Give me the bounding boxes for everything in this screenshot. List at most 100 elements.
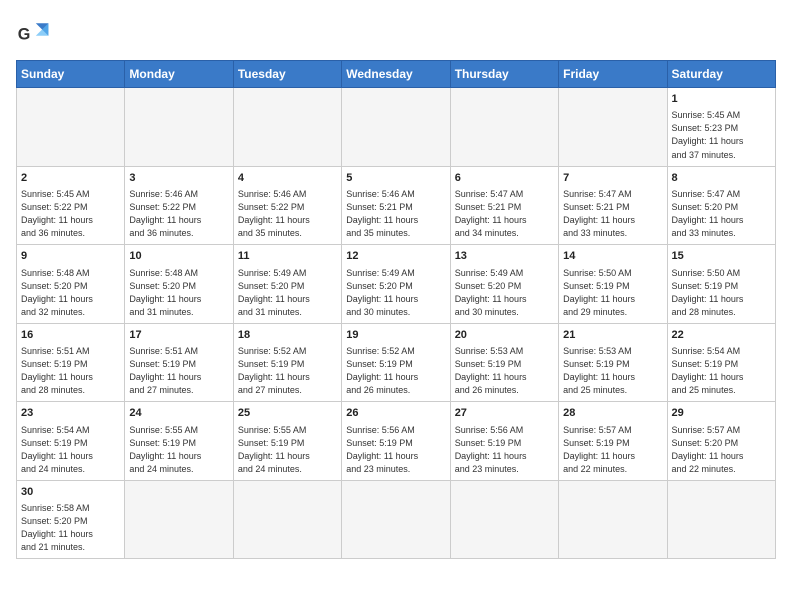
day-number: 2 [21,171,120,186]
day-info: Sunrise: 5:47 AM Sunset: 5:21 PM Dayligh… [455,188,554,240]
day-info: Sunrise: 5:53 AM Sunset: 5:19 PM Dayligh… [563,345,662,397]
page-header: G [16,16,776,52]
day-header-monday: Monday [125,61,233,88]
day-number: 1 [672,92,771,107]
calendar-cell: 20 Sunrise: 5:53 AM Sunset: 5:19 PM Dayli… [450,323,558,402]
calendar-cell [342,88,450,167]
day-info: Sunrise: 5:49 AM Sunset: 5:20 PM Dayligh… [238,267,337,319]
day-info: Sunrise: 5:49 AM Sunset: 5:20 PM Dayligh… [346,267,445,319]
day-number: 9 [21,249,120,264]
day-number: 18 [238,328,337,343]
day-info: Sunrise: 5:56 AM Sunset: 5:19 PM Dayligh… [455,424,554,476]
day-number: 28 [563,406,662,421]
day-header-tuesday: Tuesday [233,61,341,88]
calendar-cell: 16 Sunrise: 5:51 AM Sunset: 5:19 PM Dayli… [17,323,125,402]
calendar-cell [233,480,341,559]
day-number: 17 [129,328,228,343]
calendar-cell: 18 Sunrise: 5:52 AM Sunset: 5:19 PM Dayli… [233,323,341,402]
calendar-cell: 13 Sunrise: 5:49 AM Sunset: 5:20 PM Dayli… [450,245,558,324]
day-header-thursday: Thursday [450,61,558,88]
day-info: Sunrise: 5:46 AM Sunset: 5:22 PM Dayligh… [129,188,228,240]
day-number: 24 [129,406,228,421]
day-info: Sunrise: 5:50 AM Sunset: 5:19 PM Dayligh… [563,267,662,319]
calendar-cell: 21 Sunrise: 5:53 AM Sunset: 5:19 PM Dayli… [559,323,667,402]
calendar-cell [450,88,558,167]
day-info: Sunrise: 5:49 AM Sunset: 5:20 PM Dayligh… [455,267,554,319]
day-info: Sunrise: 5:55 AM Sunset: 5:19 PM Dayligh… [238,424,337,476]
calendar-cell: 30 Sunrise: 5:58 AM Sunset: 5:20 PM Dayli… [17,480,125,559]
day-number: 25 [238,406,337,421]
day-number: 27 [455,406,554,421]
calendar-cell: 15 Sunrise: 5:50 AM Sunset: 5:19 PM Dayli… [667,245,775,324]
day-info: Sunrise: 5:51 AM Sunset: 5:19 PM Dayligh… [129,345,228,397]
calendar-cell: 26 Sunrise: 5:56 AM Sunset: 5:19 PM Dayli… [342,402,450,481]
day-number: 15 [672,249,771,264]
day-number: 26 [346,406,445,421]
calendar-cell: 25 Sunrise: 5:55 AM Sunset: 5:19 PM Dayli… [233,402,341,481]
day-info: Sunrise: 5:54 AM Sunset: 5:19 PM Dayligh… [672,345,771,397]
calendar-cell: 23 Sunrise: 5:54 AM Sunset: 5:19 PM Dayli… [17,402,125,481]
day-number: 20 [455,328,554,343]
day-info: Sunrise: 5:46 AM Sunset: 5:21 PM Dayligh… [346,188,445,240]
calendar-cell [17,88,125,167]
day-number: 12 [346,249,445,264]
calendar-cell [559,88,667,167]
calendar-cell: 5 Sunrise: 5:46 AM Sunset: 5:21 PM Daylig… [342,166,450,245]
day-number: 5 [346,171,445,186]
day-info: Sunrise: 5:53 AM Sunset: 5:19 PM Dayligh… [455,345,554,397]
calendar-cell: 29Sunrise: 5:57 AM Sunset: 5:20 PM Dayli… [667,402,775,481]
day-number: 8 [672,171,771,186]
calendar-cell: 27 Sunrise: 5:56 AM Sunset: 5:19 PM Dayli… [450,402,558,481]
day-info: Sunrise: 5:50 AM Sunset: 5:19 PM Dayligh… [672,267,771,319]
calendar-cell: 24 Sunrise: 5:55 AM Sunset: 5:19 PM Dayli… [125,402,233,481]
calendar-cell: 11 Sunrise: 5:49 AM Sunset: 5:20 PM Dayli… [233,245,341,324]
day-number: 21 [563,328,662,343]
day-number: 23 [21,406,120,421]
day-info: Sunrise: 5:55 AM Sunset: 5:19 PM Dayligh… [129,424,228,476]
day-info: Sunrise: 5:52 AM Sunset: 5:19 PM Dayligh… [346,345,445,397]
calendar-cell: 12 Sunrise: 5:49 AM Sunset: 5:20 PM Dayli… [342,245,450,324]
day-number: 11 [238,249,337,264]
day-info: Sunrise: 5:47 AM Sunset: 5:20 PM Dayligh… [672,188,771,240]
day-number: 30 [21,485,120,500]
calendar-cell: 10Sunrise: 5:48 AM Sunset: 5:20 PM Dayli… [125,245,233,324]
day-number: 3 [129,171,228,186]
calendar-cell: 8 Sunrise: 5:47 AM Sunset: 5:20 PM Daylig… [667,166,775,245]
calendar-cell: 22 Sunrise: 5:54 AM Sunset: 5:19 PM Dayli… [667,323,775,402]
day-info: Sunrise: 5:52 AM Sunset: 5:19 PM Dayligh… [238,345,337,397]
day-number: 22 [672,328,771,343]
calendar-cell [125,88,233,167]
calendar-cell [450,480,558,559]
calendar-cell [667,480,775,559]
calendar-cell: 28Sunrise: 5:57 AM Sunset: 5:19 PM Dayli… [559,402,667,481]
calendar-cell: 6Sunrise: 5:47 AM Sunset: 5:21 PM Daylig… [450,166,558,245]
calendar-cell: 19Sunrise: 5:52 AM Sunset: 5:19 PM Dayli… [342,323,450,402]
logo-icon: G [16,16,52,52]
calendar-header: SundayMondayTuesdayWednesdayThursdayFrid… [17,61,776,88]
day-info: Sunrise: 5:45 AM Sunset: 5:22 PM Dayligh… [21,188,120,240]
calendar-cell: 2 Sunrise: 5:45 AM Sunset: 5:22 PM Daylig… [17,166,125,245]
day-number: 29 [672,406,771,421]
day-info: Sunrise: 5:46 AM Sunset: 5:22 PM Dayligh… [238,188,337,240]
day-number: 13 [455,249,554,264]
day-info: Sunrise: 5:51 AM Sunset: 5:19 PM Dayligh… [21,345,120,397]
day-info: Sunrise: 5:54 AM Sunset: 5:19 PM Dayligh… [21,424,120,476]
calendar-table: SundayMondayTuesdayWednesdayThursdayFrid… [16,60,776,559]
day-header-friday: Friday [559,61,667,88]
calendar-cell: 14Sunrise: 5:50 AM Sunset: 5:19 PM Dayli… [559,245,667,324]
calendar-cell: 3 Sunrise: 5:46 AM Sunset: 5:22 PM Daylig… [125,166,233,245]
day-number: 7 [563,171,662,186]
calendar-cell [342,480,450,559]
calendar-cell: 17 Sunrise: 5:51 AM Sunset: 5:19 PM Dayli… [125,323,233,402]
day-info: Sunrise: 5:56 AM Sunset: 5:19 PM Dayligh… [346,424,445,476]
calendar-cell [233,88,341,167]
day-info: Sunrise: 5:58 AM Sunset: 5:20 PM Dayligh… [21,502,120,554]
calendar-cell [559,480,667,559]
calendar-cell: 4Sunrise: 5:46 AM Sunset: 5:22 PM Daylig… [233,166,341,245]
day-header-sunday: Sunday [17,61,125,88]
day-info: Sunrise: 5:45 AM Sunset: 5:23 PM Dayligh… [672,109,771,161]
day-header-saturday: Saturday [667,61,775,88]
calendar-cell: 7Sunrise: 5:47 AM Sunset: 5:21 PM Daylig… [559,166,667,245]
day-number: 16 [21,328,120,343]
day-info: Sunrise: 5:48 AM Sunset: 5:20 PM Dayligh… [21,267,120,319]
